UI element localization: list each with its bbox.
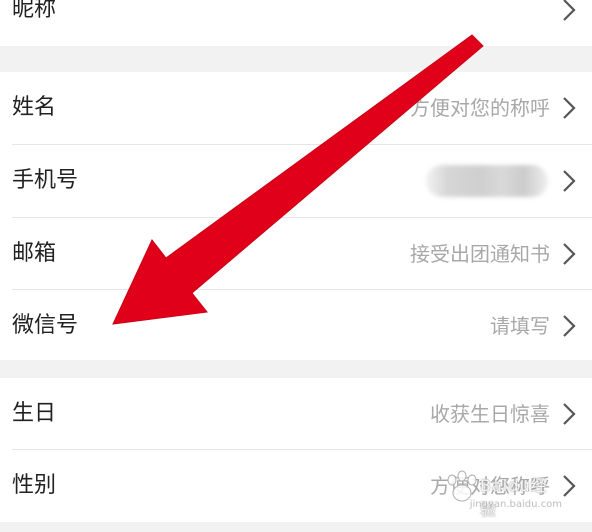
blurred-phone-number bbox=[426, 165, 548, 197]
watermark-text: Baidu经验 bbox=[480, 476, 548, 519]
row-label: 微信号 bbox=[12, 313, 79, 338]
row-value: 接受出团通知书 bbox=[410, 242, 550, 266]
chevron-right-icon bbox=[563, 97, 576, 119]
row-nickname[interactable]: 昵称 bbox=[0, 0, 592, 46]
row-phone[interactable]: 手机号 bbox=[0, 145, 592, 217]
row-label: 生日 bbox=[12, 401, 57, 426]
row-label: 姓名 bbox=[12, 95, 57, 120]
row-label: 邮箱 bbox=[12, 241, 57, 266]
row-email[interactable]: 邮箱 接受出团通知书 bbox=[0, 218, 592, 290]
settings-group-2: 姓名 方便对您的称呼 手机号 邮箱 接受出团通知书 微信号 请填写 bbox=[0, 72, 592, 360]
baidu-jingyan-watermark: Baidu经验 jingyan.baidu.com bbox=[442, 470, 562, 519]
chevron-right-icon bbox=[563, 475, 576, 497]
chevron-right-icon bbox=[563, 0, 576, 21]
row-label: 手机号 bbox=[12, 168, 79, 193]
watermark-url: jingyan.baidu.com bbox=[469, 499, 562, 510]
profile-settings-screen: 昵称 姓名 方便对您的称呼 手机号 邮箱 接受出团通知书 微信号 请填写 生日 … bbox=[0, 0, 592, 532]
chevron-right-icon bbox=[563, 170, 576, 192]
settings-group-1: 昵称 bbox=[0, 0, 592, 46]
chevron-right-icon bbox=[563, 315, 576, 337]
chevron-right-icon bbox=[563, 403, 576, 425]
row-label: 昵称 bbox=[12, 0, 57, 22]
row-label: 性别 bbox=[12, 473, 57, 498]
row-wechat[interactable]: 微信号 请填写 bbox=[0, 290, 592, 362]
row-birthday[interactable]: 生日 收获生日惊喜 bbox=[0, 378, 592, 450]
row-name[interactable]: 姓名 方便对您的称呼 bbox=[0, 72, 592, 144]
row-value: 方便对您的称呼 bbox=[410, 96, 550, 120]
row-value: 请填写 bbox=[490, 314, 550, 338]
row-value: 收获生日惊喜 bbox=[430, 402, 550, 426]
chevron-right-icon bbox=[563, 243, 576, 265]
